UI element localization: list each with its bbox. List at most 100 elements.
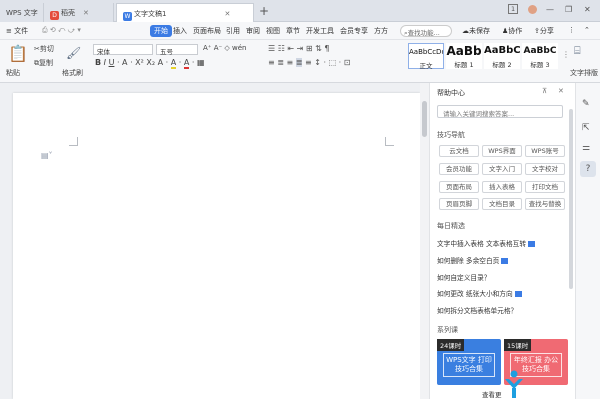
tab-wps-home[interactable]: WPS 文字	[0, 3, 44, 22]
daily-link-5[interactable]: 如何拆分文档表格单元格？	[437, 305, 517, 315]
nav-title: 技巧导航	[437, 131, 465, 139]
chip-header-footer[interactable]: 页眉页脚	[439, 198, 479, 210]
settings-sliders-icon[interactable]: ⚌	[582, 143, 590, 153]
course-title: 系列课	[437, 326, 458, 334]
style-heading-1[interactable]: AaBb 标题 1	[446, 43, 482, 69]
format-painter-button[interactable]: 格式刷	[62, 68, 83, 78]
course-card-title: WPS文字 打印技巧合集	[443, 353, 495, 377]
chip-proofread[interactable]: 文字校对	[525, 163, 565, 175]
chip-print[interactable]: 打印文档	[525, 181, 565, 193]
text-layout-icon[interactable]: ⌸	[574, 44, 581, 58]
link-text: 如何拆分文档表格单元格？	[437, 307, 518, 315]
styles-scroll-icon[interactable]: ⋮	[562, 50, 570, 59]
file-menu[interactable]: ≡ 文件	[6, 26, 28, 36]
window-close-icon[interactable]: ✕	[584, 5, 591, 14]
chip-cloud-doc[interactable]: 云文档	[439, 145, 479, 157]
help-title: 帮助中心	[437, 89, 465, 97]
paste-button[interactable]: 粘贴	[6, 68, 20, 78]
brush-icon[interactable]: 🖌	[66, 46, 81, 60]
cloud-icon: ☁	[462, 27, 469, 35]
document-scrollbar[interactable]	[420, 83, 429, 399]
page-indicator: 1	[508, 4, 519, 14]
daily-link-3[interactable]: 如何自定义目录？	[437, 272, 491, 282]
document-page[interactable]: ▤˅	[13, 93, 420, 399]
tab-chapter[interactable]: 章节	[286, 26, 300, 36]
chip-member[interactable]: 会员功能	[439, 163, 479, 175]
font-format-icons[interactable]: B I U · A · X² X₂ A · A · A · ▦	[95, 58, 205, 69]
copy-button[interactable]: ⧉复制	[34, 58, 53, 68]
cursor-icon[interactable]: ⇱	[582, 123, 590, 133]
collab-label: 协作	[508, 27, 523, 35]
tab-insert[interactable]: 插入	[173, 26, 187, 36]
course-card-1[interactable]: 24课时 WPS文字 打印技巧合集	[437, 339, 501, 385]
pencil-icon[interactable]: ✎	[582, 99, 590, 109]
search-function-input[interactable]: ⌕查找功能...	[400, 25, 452, 37]
tab-label: 文字文稿1	[134, 10, 167, 18]
tab-developer[interactable]: 开发工具	[306, 26, 334, 36]
docer-icon: D	[50, 11, 59, 20]
tab-docer[interactable]: D 稻壳 ✕	[44, 3, 114, 22]
share-button[interactable]: ⇪分享	[534, 26, 554, 36]
unsaved-button[interactable]: ☁未保存	[462, 26, 490, 36]
ribbon-toolbar: 📋 粘贴 ✂剪切 ⧉复制 🖌 格式刷 宋体 五号 A⁺ A⁻ ◇ wén B I…	[0, 40, 600, 118]
tab-review[interactable]: 审阅	[246, 26, 260, 36]
font-size-tools-icons[interactable]: A⁺ A⁻ ◇ wén	[203, 44, 247, 52]
maximize-icon[interactable]: ❐	[565, 5, 572, 14]
chip-toc[interactable]: 文档目录	[482, 198, 522, 210]
pin-icon[interactable]: ⊼	[542, 87, 547, 95]
style-label: 标题 1	[454, 61, 474, 69]
share-label: 分享	[539, 27, 554, 35]
style-normal[interactable]: AaBbCcDd 正文	[408, 43, 444, 70]
font-size-select[interactable]: 五号	[156, 44, 198, 56]
link-text: 文字中插入表格 文本表格互转	[437, 240, 527, 248]
scrollbar-thumb[interactable]	[422, 101, 427, 137]
style-preview: AaBbC	[523, 46, 557, 56]
close-icon[interactable]: ✕	[224, 10, 230, 18]
chip-find-replace[interactable]: 查找与替换	[525, 198, 565, 210]
paragraph-marker-icon[interactable]: ▤˅	[41, 151, 53, 160]
chip-text-intro[interactable]: 文字入门	[482, 163, 522, 175]
chip-page-layout[interactable]: 页面布局	[439, 181, 479, 193]
more-menu-icon[interactable]: ⋮	[568, 26, 575, 34]
tab-view[interactable]: 视图	[266, 26, 280, 36]
text-layout-button[interactable]: 文字排版	[570, 68, 598, 78]
list-icons[interactable]: ☰ ☷ ⇤ ⇥ ⊞ ⇅ ¶	[268, 44, 330, 53]
chip-insert-table[interactable]: 插入表格	[482, 181, 522, 193]
minimize-icon[interactable]: —	[546, 5, 554, 14]
course-badge: 24课时	[437, 339, 465, 351]
style-heading-2[interactable]: AaBbC 标题 2	[484, 43, 520, 69]
chip-wps-account[interactable]: WPS账号	[525, 145, 565, 157]
avatar[interactable]	[528, 5, 537, 14]
tab-start[interactable]: 开始	[150, 25, 172, 37]
collapse-icon[interactable]: ⌃	[584, 26, 590, 34]
chip-wps-ui[interactable]: WPS界面	[482, 145, 522, 157]
quick-access-icons[interactable]: ⎙ ⟲ ⤺ ⤻ ▾	[42, 26, 81, 35]
cut-button[interactable]: ✂剪切	[34, 44, 54, 54]
tab-label: 稻壳	[61, 9, 75, 17]
close-icon[interactable]: ✕	[83, 9, 89, 17]
help-search-input[interactable]: 请输入关键词搜索答案...	[437, 105, 563, 118]
tab-more[interactable]: 方方	[374, 26, 388, 36]
style-heading-3[interactable]: AaBbC 标题 3	[522, 43, 558, 69]
tab-member[interactable]: 会员专享	[340, 26, 368, 36]
view-more-link[interactable]: 查看更	[482, 389, 502, 399]
panel-close-icon[interactable]: ✕	[558, 87, 564, 95]
daily-title: 每日精选	[437, 222, 465, 230]
font-name-select[interactable]: 宋体	[93, 44, 153, 56]
unsaved-label: 未保存	[469, 27, 490, 35]
tab-references[interactable]: 引用	[226, 26, 240, 36]
help-icon[interactable]: ?	[580, 161, 596, 177]
help-center-panel: 帮助中心 ⊼ ✕ 请输入关键词搜索答案... 技巧导航 云文档 WPS界面 WP…	[429, 83, 575, 399]
collab-button[interactable]: ♟协作	[502, 26, 522, 36]
new-tab-button[interactable]: +	[259, 4, 269, 18]
tab-page-layout[interactable]: 页面布局	[193, 26, 221, 36]
paste-icon[interactable]: 📋	[8, 44, 28, 63]
video-icon	[501, 258, 509, 264]
daily-link-1[interactable]: 文字中插入表格 文本表格互转	[437, 238, 536, 248]
help-scrollbar[interactable]	[569, 109, 573, 289]
wps-doc-icon: W	[123, 12, 132, 21]
daily-link-4[interactable]: 如何更改 纸张大小和方向	[437, 288, 522, 298]
align-icons[interactable]: ≡ ≣ ≡ ≣ ≡ ↕ · ⬚ · ⊡	[268, 58, 350, 67]
daily-link-2[interactable]: 如何删除 多余空白页	[437, 255, 509, 265]
tab-document[interactable]: W 文字文稿1 ✕	[116, 3, 254, 22]
